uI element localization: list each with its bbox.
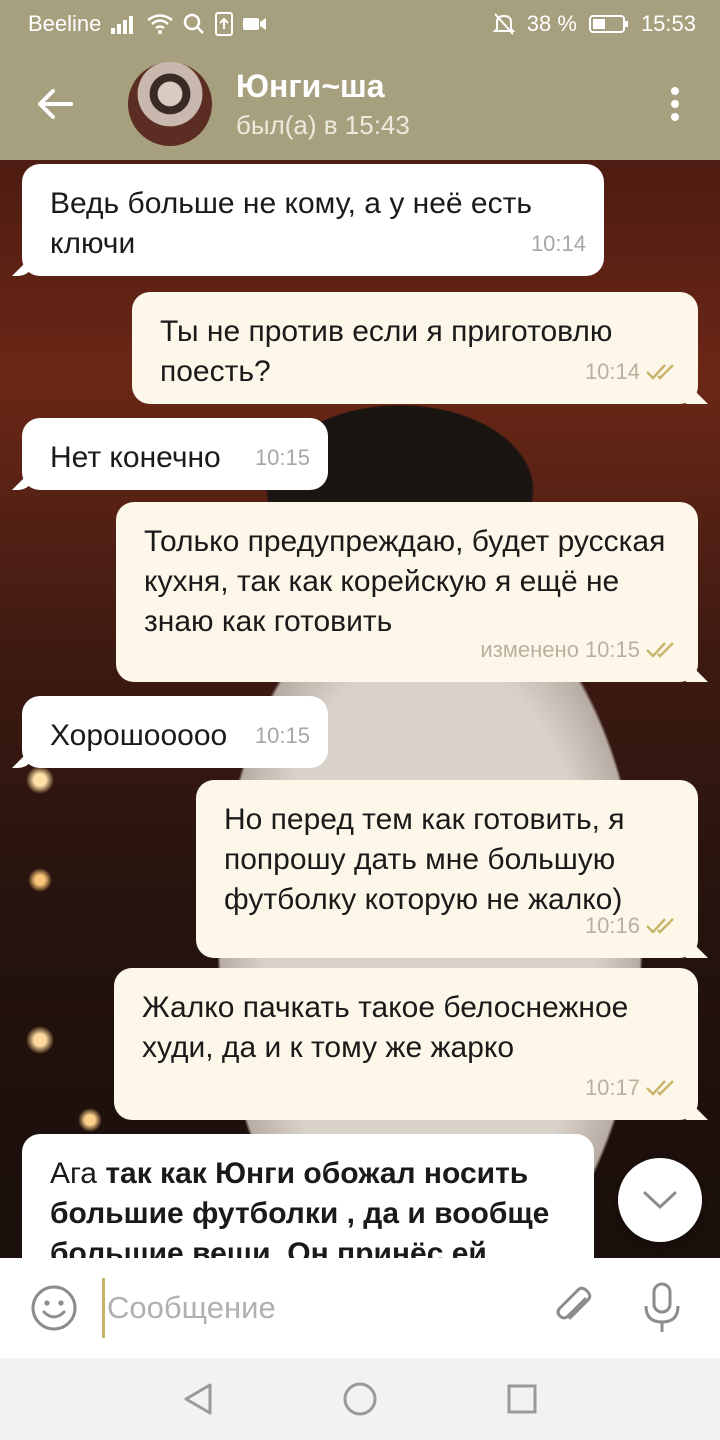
message-time: 10:14: [584, 359, 640, 384]
message-bubble[interactable]: Но перед тем как готовить, я попрошу дат…: [196, 780, 698, 958]
nav-home-button[interactable]: [334, 1373, 386, 1425]
message-meta: 10:14: [531, 224, 586, 264]
more-options-button[interactable]: [630, 48, 720, 160]
nav-back-button[interactable]: [172, 1373, 224, 1425]
chat-header: Юнги~ша был(а) в 15:43: [0, 48, 720, 160]
message-time: 10:17: [584, 1075, 640, 1100]
search-icon: [183, 13, 205, 35]
message-list[interactable]: Ведь больше не кому, а у неё есть ключи …: [0, 160, 720, 1258]
attach-button[interactable]: [544, 1278, 604, 1338]
message-input[interactable]: [102, 1278, 516, 1338]
avatar[interactable]: [128, 62, 212, 146]
nav-recents-button[interactable]: [496, 1373, 548, 1425]
circle-home-icon: [343, 1382, 377, 1416]
message-composer: [0, 1258, 720, 1358]
message-bubble[interactable]: Хорошооооо 10:15: [22, 696, 328, 768]
voice-message-button[interactable]: [632, 1278, 692, 1338]
double-check-icon: [646, 1080, 674, 1096]
message-text-content: Нет конечно: [50, 441, 221, 474]
upload-icon: [215, 12, 234, 36]
double-check-icon: [646, 918, 674, 934]
message-bubble[interactable]: Ага так как Юнги обожал носить большие ф…: [22, 1134, 594, 1258]
message-text-plain: Ага: [50, 1157, 97, 1190]
system-navigation-bar: [0, 1358, 720, 1440]
message-meta: 10:15: [255, 438, 310, 478]
message-meta: изменено 10:15: [480, 630, 680, 670]
microphone-icon: [644, 1282, 680, 1332]
battery-icon: [588, 14, 629, 34]
message-bubble[interactable]: Жалко пачкать такое белоснежное худи, да…: [114, 968, 698, 1120]
message-text: Ведь больше не кому, а у неё есть ключи: [50, 187, 532, 260]
square-recents-icon: [507, 1384, 537, 1414]
smiley-icon: [31, 1285, 77, 1331]
message-time: 10:16: [584, 913, 640, 938]
clock: 15:53: [640, 11, 696, 36]
double-check-icon: [646, 642, 674, 658]
mute-icon: [492, 12, 515, 36]
scroll-to-bottom-button[interactable]: [618, 1158, 702, 1242]
message-bubble[interactable]: Ведь больше не кому, а у неё есть ключи …: [22, 164, 604, 276]
message-bubble[interactable]: Ты не против если я приготовлю поесть? 1…: [132, 292, 698, 404]
message-meta: 10:17: [585, 1068, 680, 1108]
battery-percent: 38 %: [526, 11, 577, 36]
message-text: Но перед тем как готовить, я попрошу дат…: [224, 803, 625, 916]
double-check-icon: [646, 364, 674, 380]
more-vertical-icon: [671, 87, 679, 121]
message-meta: 10:14: [585, 352, 680, 392]
last-seen-status: был(а) в 15:43: [236, 110, 410, 140]
wifi-icon: [147, 14, 174, 34]
back-button[interactable]: [0, 48, 110, 160]
chat-title: Юнги~ша: [236, 68, 385, 104]
chat-info[interactable]: Юнги~ша был(а) в 15:43: [236, 66, 410, 142]
triangle-back-icon: [184, 1383, 212, 1415]
message-text-bold: так как Юнги обожал носить большие футбо…: [50, 1157, 550, 1258]
carrier-name: Beeline: [28, 11, 102, 36]
video-icon: [243, 15, 267, 33]
status-bar: Beeline 38 % 15:53: [0, 0, 720, 48]
arrow-left-icon: [38, 89, 73, 119]
emoji-button[interactable]: [28, 1282, 80, 1334]
message-time: 10:14: [530, 231, 586, 256]
message-time: 10:15: [584, 637, 640, 662]
signal-icon: [111, 14, 137, 34]
message-meta: 10:16: [585, 906, 680, 946]
edited-label: изменено: [480, 637, 579, 662]
message-text: Только предупреждаю, будет русская кухня…: [144, 525, 666, 638]
message-meta: 10:15: [255, 716, 310, 756]
chevron-down-icon: [643, 1191, 677, 1210]
message-time: 10:15: [254, 445, 310, 470]
message-bubble[interactable]: Только предупреждаю, будет русская кухня…: [116, 502, 698, 682]
paperclip-icon: [556, 1286, 592, 1320]
message-bubble[interactable]: Нет конечно 10:15: [22, 418, 328, 490]
message-text: Жалко пачкать такое белоснежное худи, да…: [142, 991, 629, 1064]
message-time: 10:15: [254, 723, 310, 748]
message-text: Ага так как Юнги обожал носить большие ф…: [50, 1154, 566, 1258]
